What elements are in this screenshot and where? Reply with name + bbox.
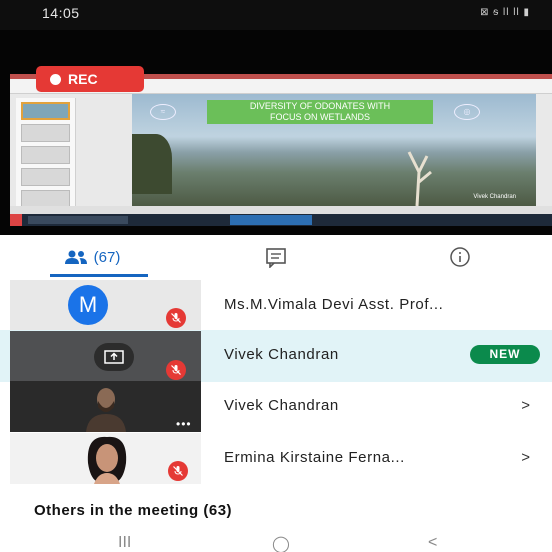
logo-left-icon: ≈ (150, 104, 176, 120)
status-bar: 14:05 ⊠ ᵴ ll ll ▮ (0, 0, 552, 30)
record-dot-icon (50, 73, 61, 85)
tab-people[interactable]: (67) (0, 235, 184, 279)
participant-name: Ermina Kirstaine Ferna... (224, 449, 405, 466)
slide-thumbnails (16, 98, 76, 214)
recents-button[interactable]: III (118, 534, 131, 552)
slide-credit: Vivek Chandran (473, 194, 516, 200)
more-options-icon[interactable]: ••• (176, 417, 192, 431)
active-tab-indicator (50, 274, 148, 277)
tree-silhouette (132, 134, 172, 194)
slide: ≈ DIVERSITY OF ODONATES WITH FOCUS ON WE… (132, 94, 536, 206)
chevron-right-icon[interactable]: > (521, 397, 530, 414)
tab-bar: (67) (0, 235, 552, 279)
home-button[interactable]: ◯ (272, 534, 290, 552)
participant-video: ••• (10, 381, 201, 432)
info-icon (450, 247, 470, 267)
chevron-right-icon[interactable]: > (521, 449, 530, 466)
participant-row[interactable]: ••• Vivek Chandran > (0, 381, 552, 433)
participant-name: Vivek Chandran (224, 346, 339, 363)
participant-row[interactable]: M Ms.M.Vimala Devi Asst. Prof... (0, 280, 552, 332)
people-icon (64, 250, 87, 264)
tab-chat[interactable] (184, 235, 368, 279)
clock: 14:05 (42, 5, 80, 21)
presentation-window: ≈ DIVERSITY OF ODONATES WITH FOCUS ON WE… (10, 74, 552, 226)
people-count: (67) (93, 248, 121, 266)
slide-title: DIVERSITY OF ODONATES WITH FOCUS ON WETL… (207, 100, 433, 124)
participant-row[interactable]: Ermina Kirstaine Ferna... > (0, 433, 552, 485)
shared-screen[interactable]: REC ≈ DIVERSITY OF ODONATES WITH FOCUS O… (0, 30, 552, 235)
ppt-statusbar (10, 206, 552, 214)
participant-name: Vivek Chandran (224, 397, 339, 414)
participant-video-feed (86, 388, 126, 432)
participant-photo (87, 436, 127, 484)
chat-icon (266, 248, 286, 268)
avatar: M (68, 285, 108, 325)
participant-row[interactable]: Vivek Chandran NEW (0, 330, 552, 382)
participant-tile (10, 331, 201, 382)
system-navbar: III ◯ < (0, 530, 552, 552)
logo-right-icon: ◎ (454, 104, 480, 120)
back-button[interactable]: < (428, 534, 437, 552)
others-section-heading: Others in the meeting (63) (34, 502, 233, 519)
mic-muted-icon (166, 360, 186, 380)
mic-muted-icon (168, 461, 188, 481)
new-badge: NEW (470, 345, 540, 364)
status-icons: ⊠ ᵴ ll ll ▮ (480, 7, 530, 18)
participant-tile: M (10, 280, 201, 331)
mic-muted-icon (166, 308, 186, 328)
participant-name: Ms.M.Vimala Devi Asst. Prof... (224, 296, 444, 313)
dead-tree-image (407, 151, 432, 206)
participant-tile (10, 433, 201, 484)
screen-share-icon (94, 343, 134, 371)
rec-label: REC (68, 71, 98, 87)
tab-info[interactable] (368, 235, 552, 279)
recording-indicator: REC (36, 66, 144, 92)
meet-app-screen: 14:05 ⊠ ᵴ ll ll ▮ REC ≈ DIVERSITY OF ODO… (0, 0, 552, 552)
windows-taskbar (10, 214, 552, 226)
